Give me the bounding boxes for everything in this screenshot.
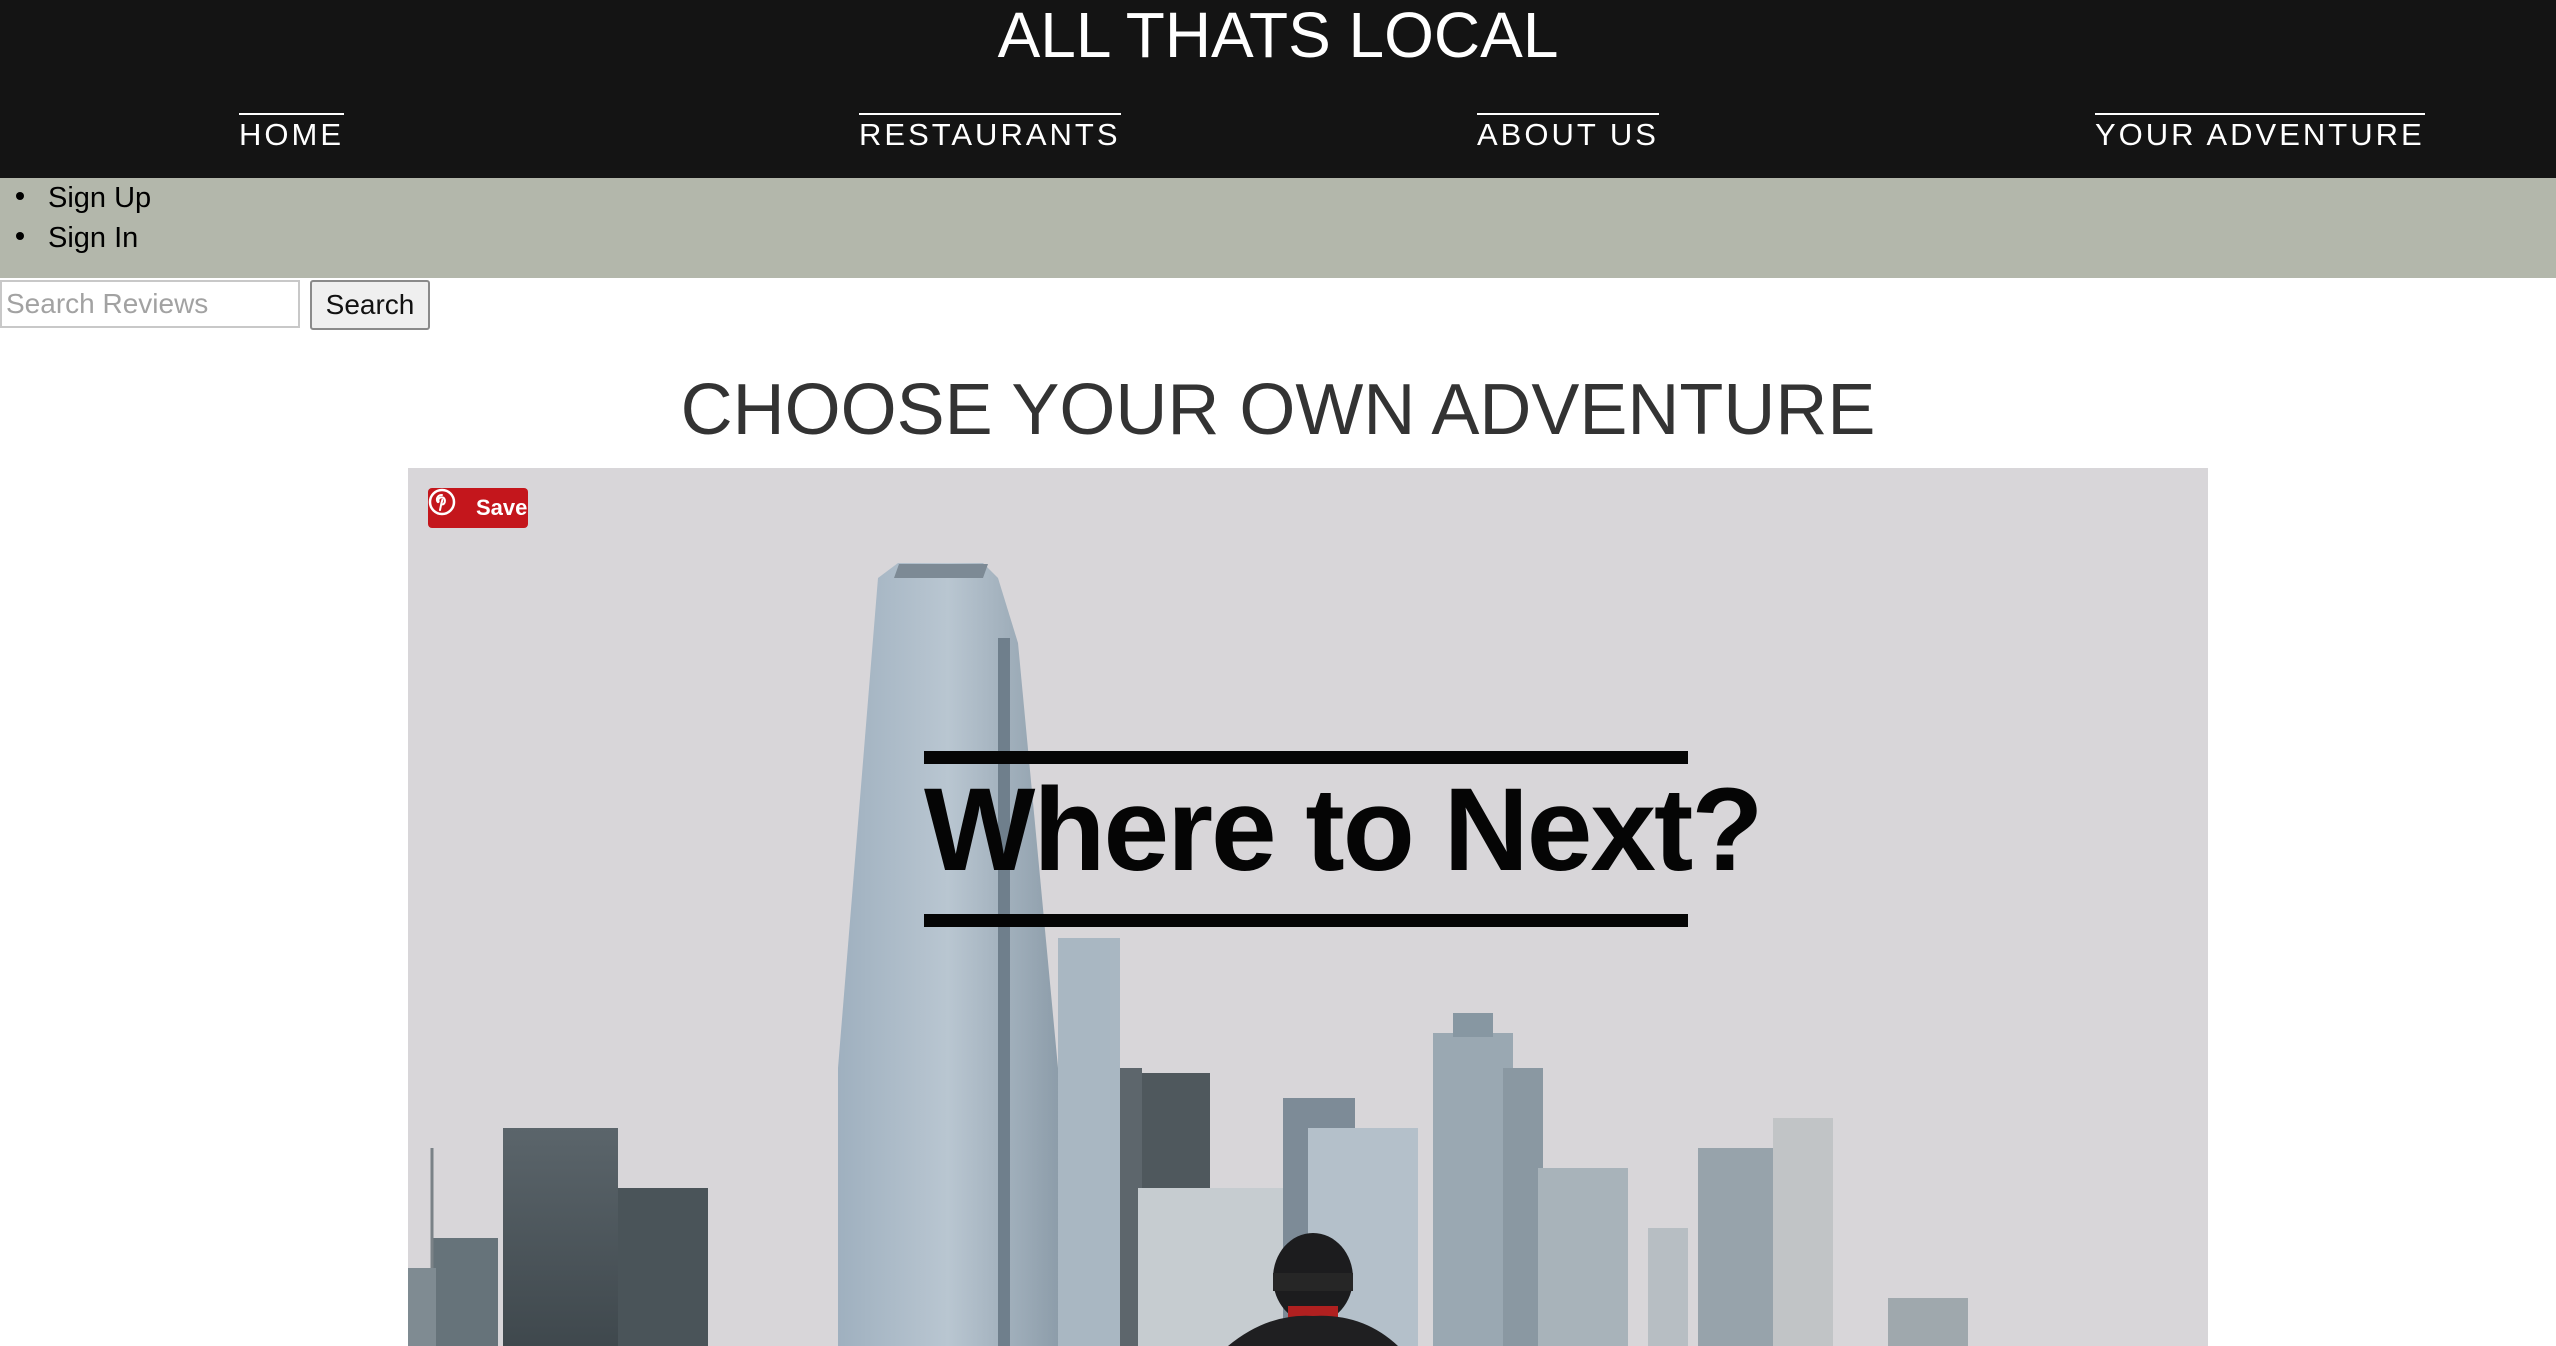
nav-your-adventure-link[interactable]: YOUR ADVENTURE xyxy=(2095,113,2425,155)
site-header: ALL THATS LOCAL HOME RESTAURANTS ABOUT U… xyxy=(0,0,2556,178)
hero-overlay-text: Where to Next? xyxy=(924,764,1763,896)
nav-restaurants-link[interactable]: RESTAURANTS xyxy=(859,113,1121,155)
list-bullet xyxy=(16,232,24,241)
auth-bar: Sign Up Sign In xyxy=(0,178,2556,278)
search-reviews-input[interactable] xyxy=(0,280,300,328)
sign-in-link[interactable]: Sign In xyxy=(16,218,138,258)
list-bullet xyxy=(16,192,24,201)
sign-in-label: Sign In xyxy=(48,222,139,254)
pinterest-icon xyxy=(428,488,456,516)
sign-up-link[interactable]: Sign Up xyxy=(16,178,151,218)
overlay-bottom-rule xyxy=(924,914,1688,927)
sign-up-label: Sign Up xyxy=(48,182,152,214)
pinterest-save-label: Save xyxy=(476,495,528,520)
nav-home-link[interactable]: HOME xyxy=(239,113,344,155)
hero-image: Save Where to Next? xyxy=(408,468,2208,1346)
search-button[interactable]: Search xyxy=(310,280,430,330)
overlay-top-rule xyxy=(924,751,1688,764)
city-skyline-illustration xyxy=(408,468,2208,1346)
page-heading: CHOOSE YOUR OWN ADVENTURE xyxy=(680,370,1876,450)
pinterest-save-button[interactable]: Save xyxy=(428,488,528,528)
site-title: ALL THATS LOCAL xyxy=(997,0,1559,71)
nav-about-us-link[interactable]: ABOUT US xyxy=(1477,113,1659,155)
